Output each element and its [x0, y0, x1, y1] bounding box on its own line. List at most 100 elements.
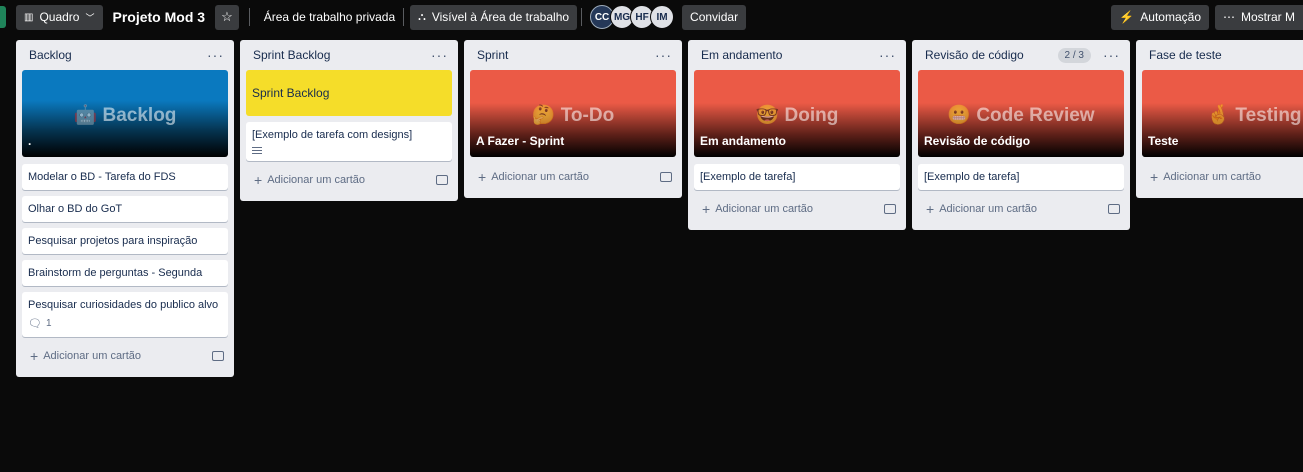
card[interactable]: Modelar o BD - Tarefa do FDS: [22, 164, 228, 190]
member-avatars: CC MG HF IM: [590, 5, 675, 29]
comment-icon: 🗨: [28, 318, 42, 330]
list-menu-icon[interactable]: ···: [879, 47, 896, 63]
add-card-label: Adicionar um cartão: [491, 171, 590, 183]
card[interactable]: [Exemplo de tarefa com designs]: [246, 122, 452, 161]
workspace-button[interactable]: Área de trabalho privada: [256, 10, 403, 24]
list-title[interactable]: Sprint: [477, 48, 508, 62]
lightning-icon: ⚡: [1119, 10, 1135, 24]
list-header: Sprint Backlog ···: [246, 40, 452, 70]
list-header: Backlog ···: [22, 40, 228, 70]
card-title: .: [28, 134, 32, 148]
plus-icon: +: [702, 201, 711, 217]
plus-icon: +: [30, 348, 39, 364]
card[interactable]: [Exemplo de tarefa]: [918, 164, 1124, 190]
cover-image-text: 🤓 Doing: [755, 105, 839, 126]
add-card-label: Adicionar um cartão: [1163, 171, 1262, 183]
automation-button[interactable]: ⚡ Automação: [1111, 4, 1209, 30]
card-badges: [252, 147, 446, 154]
plus-icon: +: [926, 201, 935, 217]
add-card-label: Adicionar um cartão: [267, 174, 366, 186]
card-title: [Exemplo de tarefa com designs]: [252, 129, 413, 141]
list-header: Fase de teste: [1142, 40, 1303, 70]
card-badges: 🗨 1: [28, 317, 222, 330]
view-switcher-button[interactable]: ▥ Quadro ﹀: [16, 4, 103, 30]
divider: [581, 8, 583, 26]
more-icon: ⋯: [1223, 10, 1235, 24]
list-sprint-backlog: Sprint Backlog ··· Sprint Backlog [Exemp…: [240, 40, 458, 201]
template-icon[interactable]: [660, 172, 672, 182]
add-card-button[interactable]: + Adicionar um cartão: [918, 196, 1124, 222]
add-card-button[interactable]: + Adicionar um cartão: [470, 164, 676, 190]
view-label: Quadro: [39, 10, 80, 24]
list-menu-icon[interactable]: ···: [655, 47, 672, 63]
cover-image-text: 😬 Code Review: [947, 105, 1095, 126]
add-card-button[interactable]: + Adicionar um cartão: [22, 343, 228, 369]
add-card-label: Adicionar um cartão: [43, 350, 142, 362]
card-title: Teste: [1148, 134, 1179, 148]
add-card-button[interactable]: + Adicionar um cartão: [1142, 164, 1303, 190]
cover-card[interactable]: Sprint Backlog: [246, 70, 452, 116]
list-menu-icon[interactable]: ···: [207, 47, 224, 63]
show-menu-button[interactable]: ⋯ Mostrar M: [1215, 4, 1303, 30]
star-button[interactable]: ☆: [215, 4, 239, 30]
list-header: Revisão de código 2 / 3 ···: [918, 40, 1124, 70]
card-title: Pesquisar curiosidades do publico alvo: [28, 299, 219, 311]
list-in-progress: Em andamento ··· 🤓 Doing Em andamento [E…: [688, 40, 906, 230]
cover-image-text: 🤖 Backlog: [73, 105, 177, 126]
board-header: ▥ Quadro ﹀ Projeto Mod 3 ☆ Área de traba…: [0, 0, 1303, 34]
add-card-button[interactable]: + Adicionar um cartão: [694, 196, 900, 222]
cover-image-text: 🤔 To-Do: [531, 105, 615, 126]
description-icon: [252, 147, 262, 154]
cover-card[interactable]: 🤖 Backlog .: [22, 70, 228, 157]
chevron-down-icon: ﹀: [85, 12, 95, 23]
visibility-button[interactable]: ⛬ Visível à Área de trabalho: [410, 4, 578, 30]
list-backlog: Backlog ··· 🤖 Backlog . Modelar o BD - T…: [16, 40, 234, 377]
list-menu-icon[interactable]: ···: [431, 47, 448, 63]
list-menu-icon[interactable]: ···: [1103, 47, 1120, 63]
card[interactable]: Pesquisar projetos para inspiração: [22, 228, 228, 254]
template-icon[interactable]: [1108, 204, 1120, 214]
template-icon[interactable]: [212, 351, 224, 361]
avatar[interactable]: IM: [650, 5, 675, 29]
card[interactable]: Pesquisar curiosidades do publico alvo 🗨…: [22, 292, 228, 337]
template-icon[interactable]: [436, 175, 448, 185]
plus-icon: +: [1150, 169, 1159, 185]
card-limit-badge: 2 / 3: [1057, 47, 1091, 63]
board-icon: ▥: [24, 11, 34, 23]
list-code-review: Revisão de código 2 / 3 ··· 😬 Code Revie…: [912, 40, 1130, 230]
list-title[interactable]: Revisão de código: [925, 48, 1024, 62]
list-title[interactable]: Fase de teste: [1149, 48, 1222, 62]
cover-card[interactable]: 🤓 Doing Em andamento: [694, 70, 900, 157]
automation-label: Automação: [1140, 10, 1201, 24]
add-card-label: Adicionar um cartão: [939, 203, 1038, 215]
plus-icon: +: [254, 172, 263, 188]
card[interactable]: Brainstorm de perguntas - Segunda: [22, 260, 228, 286]
list-title[interactable]: Sprint Backlog: [253, 48, 330, 62]
card-title: Revisão de código: [924, 134, 1031, 148]
list-title[interactable]: Backlog: [29, 48, 72, 62]
list-header: Em andamento ···: [694, 40, 900, 70]
invite-button[interactable]: Convidar: [682, 4, 747, 30]
comment-count: 1: [45, 318, 52, 329]
add-card-label: Adicionar um cartão: [715, 203, 814, 215]
add-card-button[interactable]: + Adicionar um cartão: [246, 167, 452, 193]
cover-card[interactable]: 😬 Code Review Revisão de código: [918, 70, 1124, 157]
show-menu-label: Mostrar M: [1241, 10, 1295, 24]
list-title[interactable]: Em andamento: [701, 48, 782, 62]
list-sprint: Sprint ··· 🤔 To-Do A Fazer - Sprint + Ad…: [464, 40, 682, 198]
cover-image-text: 🤞 Testing: [1206, 105, 1302, 126]
list-testing: Fase de teste 🤞 Testing Teste + Adiciona…: [1136, 40, 1303, 198]
card[interactable]: [Exemplo de tarefa]: [694, 164, 900, 190]
star-icon: ☆: [221, 9, 233, 24]
template-icon[interactable]: [884, 204, 896, 214]
cover-card[interactable]: 🤔 To-Do A Fazer - Sprint: [470, 70, 676, 157]
people-icon: ⛬: [418, 10, 426, 23]
cover-card[interactable]: 🤞 Testing Teste: [1142, 70, 1303, 157]
visibility-label: Visível à Área de trabalho: [431, 10, 570, 24]
card[interactable]: Olhar o BD do GoT: [22, 196, 228, 222]
card-title: A Fazer - Sprint: [476, 134, 565, 148]
card-title: Em andamento: [700, 134, 787, 148]
divider: [403, 8, 405, 26]
board-title[interactable]: Projeto Mod 3: [103, 9, 216, 25]
divider: [248, 8, 250, 26]
